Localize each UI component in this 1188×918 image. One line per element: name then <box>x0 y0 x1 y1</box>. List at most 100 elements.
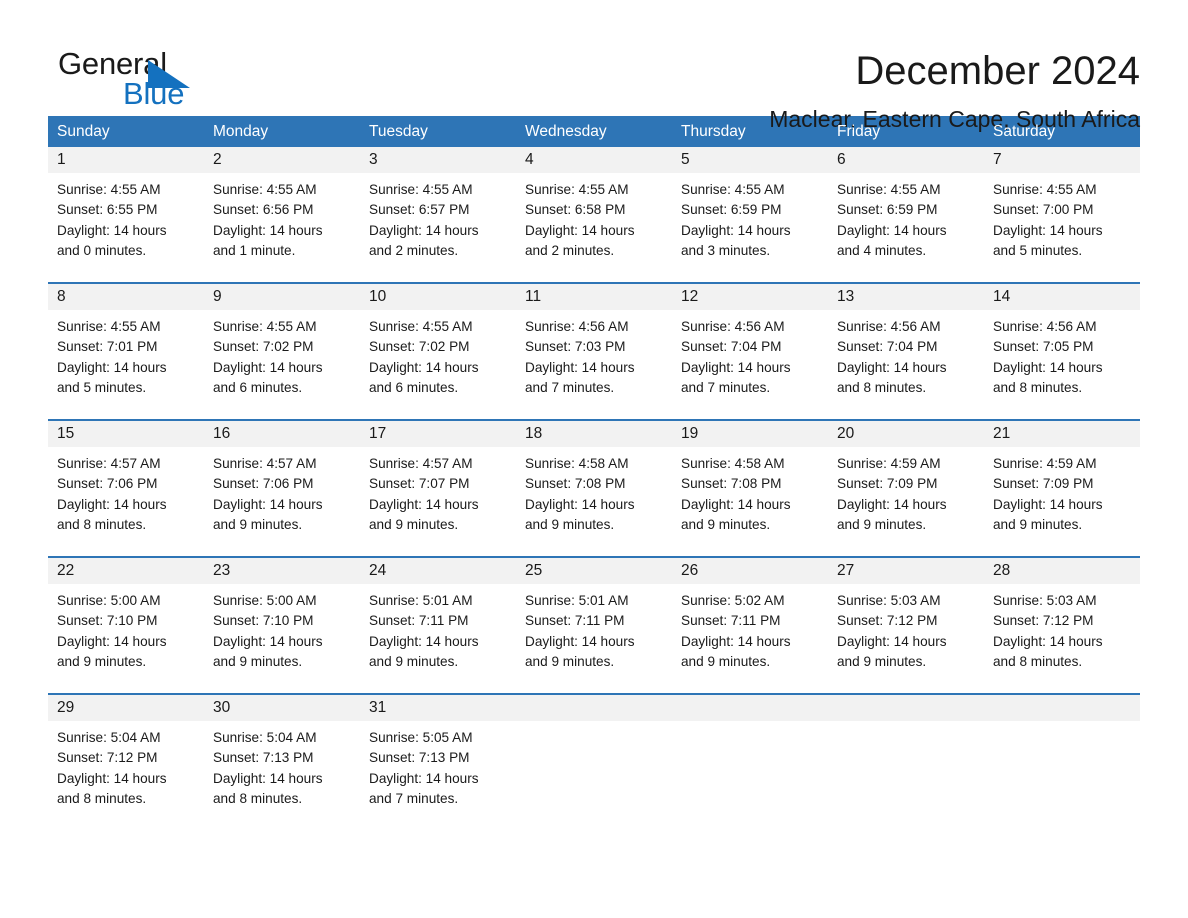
day-detail-line: Daylight: 14 hours <box>213 222 323 238</box>
day-number: 12 <box>681 288 699 305</box>
day-detail-line: Sunrise: 4:55 AM <box>993 182 1097 197</box>
day-cell-12[interactable]: 12 Sunrise: 4:56 AM Sunset: 7:04 PM Dayligh… <box>672 284 828 419</box>
day-detail-line: and 9 minutes. <box>681 516 771 532</box>
day-cell-14[interactable]: 14 Sunrise: 4:56 AM Sunset: 7:05 PM Dayligh… <box>984 284 1140 419</box>
day-cell-7[interactable]: 7 Sunrise: 4:55 AM Sunset: 7:00 PM Daylight… <box>984 147 1140 282</box>
day-number: 25 <box>525 562 543 579</box>
day-detail-line: and 8 minutes. <box>213 790 303 806</box>
day-detail-line: Sunrise: 4:55 AM <box>213 182 317 197</box>
day-cell-3[interactable]: 3 Sunrise: 4:55 AM Sunset: 6:57 PM Daylight… <box>360 147 516 282</box>
day-cell-2[interactable]: 2 Sunrise: 4:55 AM Sunset: 6:56 PM Daylight… <box>204 147 360 282</box>
day-cell-empty <box>516 695 672 830</box>
day-detail-line: Daylight: 14 hours <box>525 633 635 649</box>
day-detail-line: Sunset: 7:09 PM <box>993 476 1094 492</box>
day-detail-line: Daylight: 14 hours <box>57 496 167 512</box>
weekday-header-tuesday: Tuesday <box>369 123 428 140</box>
day-cell-11[interactable]: 11 Sunrise: 4:56 AM Sunset: 7:03 PM Dayligh… <box>516 284 672 419</box>
day-detail-line: Daylight: 14 hours <box>993 222 1103 238</box>
day-detail-line: Sunrise: 5:04 AM <box>213 730 317 745</box>
day-number: 26 <box>681 562 699 579</box>
day-detail-line: Daylight: 14 hours <box>837 633 947 649</box>
day-cell-29[interactable]: 29 Sunrise: 5:04 AM Sunset: 7:12 PM Dayligh… <box>48 695 204 830</box>
day-detail-line: and 9 minutes. <box>837 516 927 532</box>
day-cell-30[interactable]: 30 Sunrise: 5:04 AM Sunset: 7:13 PM Dayligh… <box>204 695 360 830</box>
day-number: 30 <box>213 699 231 716</box>
day-number: 2 <box>213 151 222 168</box>
day-details <box>828 721 984 830</box>
day-cell-19[interactable]: 19 Sunrise: 4:58 AM Sunset: 7:08 PM Dayligh… <box>672 421 828 556</box>
weekday-header-thursday: Thursday <box>681 123 746 140</box>
day-details: Sunrise: 5:03 AM Sunset: 7:12 PM Daylight:… <box>828 584 984 693</box>
day-details: Sunrise: 4:58 AM Sunset: 7:08 PM Daylight:… <box>516 447 672 556</box>
day-cell-18[interactable]: 18 Sunrise: 4:58 AM Sunset: 7:08 PM Dayligh… <box>516 421 672 556</box>
day-number-band: 30 <box>204 695 360 721</box>
day-cell-26[interactable]: 26 Sunrise: 5:02 AM Sunset: 7:11 PM Dayligh… <box>672 558 828 693</box>
day-cell-23[interactable]: 23 Sunrise: 5:00 AM Sunset: 7:10 PM Dayligh… <box>204 558 360 693</box>
day-details: Sunrise: 4:55 AM Sunset: 6:57 PM Daylight:… <box>360 173 516 282</box>
day-detail-line: Sunset: 6:59 PM <box>837 202 938 218</box>
day-detail-line: Sunset: 7:10 PM <box>57 613 158 629</box>
day-number-band: 28 <box>984 558 1140 584</box>
day-cell-27[interactable]: 27 Sunrise: 5:03 AM Sunset: 7:12 PM Dayligh… <box>828 558 984 693</box>
day-detail-line: Sunset: 7:12 PM <box>57 750 158 766</box>
day-details: Sunrise: 5:01 AM Sunset: 7:11 PM Daylight:… <box>360 584 516 693</box>
day-detail-line: and 9 minutes. <box>525 653 615 669</box>
day-cell-31[interactable]: 31 Sunrise: 5:05 AM Sunset: 7:13 PM Dayligh… <box>360 695 516 830</box>
day-cell-22[interactable]: 22 Sunrise: 5:00 AM Sunset: 7:10 PM Dayligh… <box>48 558 204 693</box>
day-detail-line: Sunrise: 4:57 AM <box>57 456 161 471</box>
day-detail-line: Daylight: 14 hours <box>213 633 323 649</box>
day-number: 3 <box>369 151 378 168</box>
day-cell-15[interactable]: 15 Sunrise: 4:57 AM Sunset: 7:06 PM Dayligh… <box>48 421 204 556</box>
day-number: 19 <box>681 425 699 442</box>
day-cell-20[interactable]: 20 Sunrise: 4:59 AM Sunset: 7:09 PM Dayligh… <box>828 421 984 556</box>
day-details: Sunrise: 4:55 AM Sunset: 6:55 PM Daylight:… <box>48 173 204 282</box>
day-detail-line: Sunrise: 5:00 AM <box>213 593 317 608</box>
day-detail-line: Daylight: 14 hours <box>525 359 635 375</box>
day-detail-line: Daylight: 14 hours <box>993 496 1103 512</box>
day-detail-line: and 2 minutes. <box>369 242 459 258</box>
day-number-band: 3 <box>360 147 516 173</box>
day-number: 20 <box>837 425 855 442</box>
weekday-header-wednesday: Wednesday <box>525 123 607 140</box>
day-cell-13[interactable]: 13 Sunrise: 4:56 AM Sunset: 7:04 PM Dayligh… <box>828 284 984 419</box>
day-details: Sunrise: 4:55 AM Sunset: 7:02 PM Daylight:… <box>204 310 360 419</box>
day-details: Sunrise: 4:56 AM Sunset: 7:04 PM Daylight:… <box>828 310 984 419</box>
day-number: 6 <box>837 151 846 168</box>
day-detail-line: and 7 minutes. <box>369 790 459 806</box>
day-detail-line: Daylight: 14 hours <box>993 359 1103 375</box>
day-cell-21[interactable]: 21 Sunrise: 4:59 AM Sunset: 7:09 PM Dayligh… <box>984 421 1140 556</box>
day-cell-24[interactable]: 24 Sunrise: 5:01 AM Sunset: 7:11 PM Dayligh… <box>360 558 516 693</box>
day-details: Sunrise: 4:55 AM Sunset: 7:00 PM Daylight:… <box>984 173 1140 282</box>
day-detail-line: Sunset: 7:02 PM <box>213 339 314 355</box>
day-number: 1 <box>57 151 66 168</box>
day-cell-10[interactable]: 10 Sunrise: 4:55 AM Sunset: 7:02 PM Dayligh… <box>360 284 516 419</box>
day-cell-16[interactable]: 16 Sunrise: 4:57 AM Sunset: 7:06 PM Dayligh… <box>204 421 360 556</box>
day-cell-8[interactable]: 8 Sunrise: 4:55 AM Sunset: 7:01 PM Daylight… <box>48 284 204 419</box>
day-cell-25[interactable]: 25 Sunrise: 5:01 AM Sunset: 7:11 PM Dayligh… <box>516 558 672 693</box>
day-detail-line: and 8 minutes. <box>993 379 1083 395</box>
day-cell-17[interactable]: 17 Sunrise: 4:57 AM Sunset: 7:07 PM Dayligh… <box>360 421 516 556</box>
day-detail-line: Sunset: 7:04 PM <box>837 339 938 355</box>
day-detail-line: Sunrise: 4:55 AM <box>57 182 161 197</box>
day-detail-line: Sunset: 7:00 PM <box>993 202 1094 218</box>
day-cell-1[interactable]: 1 Sunrise: 4:55 AM Sunset: 6:55 PM Daylight… <box>48 147 204 282</box>
day-number-band: 16 <box>204 421 360 447</box>
day-detail-line: Sunset: 7:13 PM <box>213 750 314 766</box>
day-detail-line: Sunrise: 4:57 AM <box>213 456 317 471</box>
day-number: 24 <box>369 562 387 579</box>
day-details: Sunrise: 5:04 AM Sunset: 7:12 PM Daylight:… <box>48 721 204 830</box>
day-detail-line: Sunset: 7:11 PM <box>369 613 469 629</box>
day-number-band: 15 <box>48 421 204 447</box>
day-cell-28[interactable]: 28 Sunrise: 5:03 AM Sunset: 7:12 PM Dayligh… <box>984 558 1140 693</box>
day-cell-5[interactable]: 5 Sunrise: 4:55 AM Sunset: 6:59 PM Daylight… <box>672 147 828 282</box>
day-cell-6[interactable]: 6 Sunrise: 4:55 AM Sunset: 6:59 PM Daylight… <box>828 147 984 282</box>
day-detail-line: Sunrise: 4:55 AM <box>213 319 317 334</box>
day-detail-line: Daylight: 14 hours <box>525 496 635 512</box>
day-number-band: 29 <box>48 695 204 721</box>
day-details <box>516 721 672 830</box>
day-number-band: 24 <box>360 558 516 584</box>
day-cell-4[interactable]: 4 Sunrise: 4:55 AM Sunset: 6:58 PM Daylight… <box>516 147 672 282</box>
day-number: 7 <box>993 151 1002 168</box>
day-cell-9[interactable]: 9 Sunrise: 4:55 AM Sunset: 7:02 PM Daylight… <box>204 284 360 419</box>
day-detail-line: and 9 minutes. <box>213 653 303 669</box>
